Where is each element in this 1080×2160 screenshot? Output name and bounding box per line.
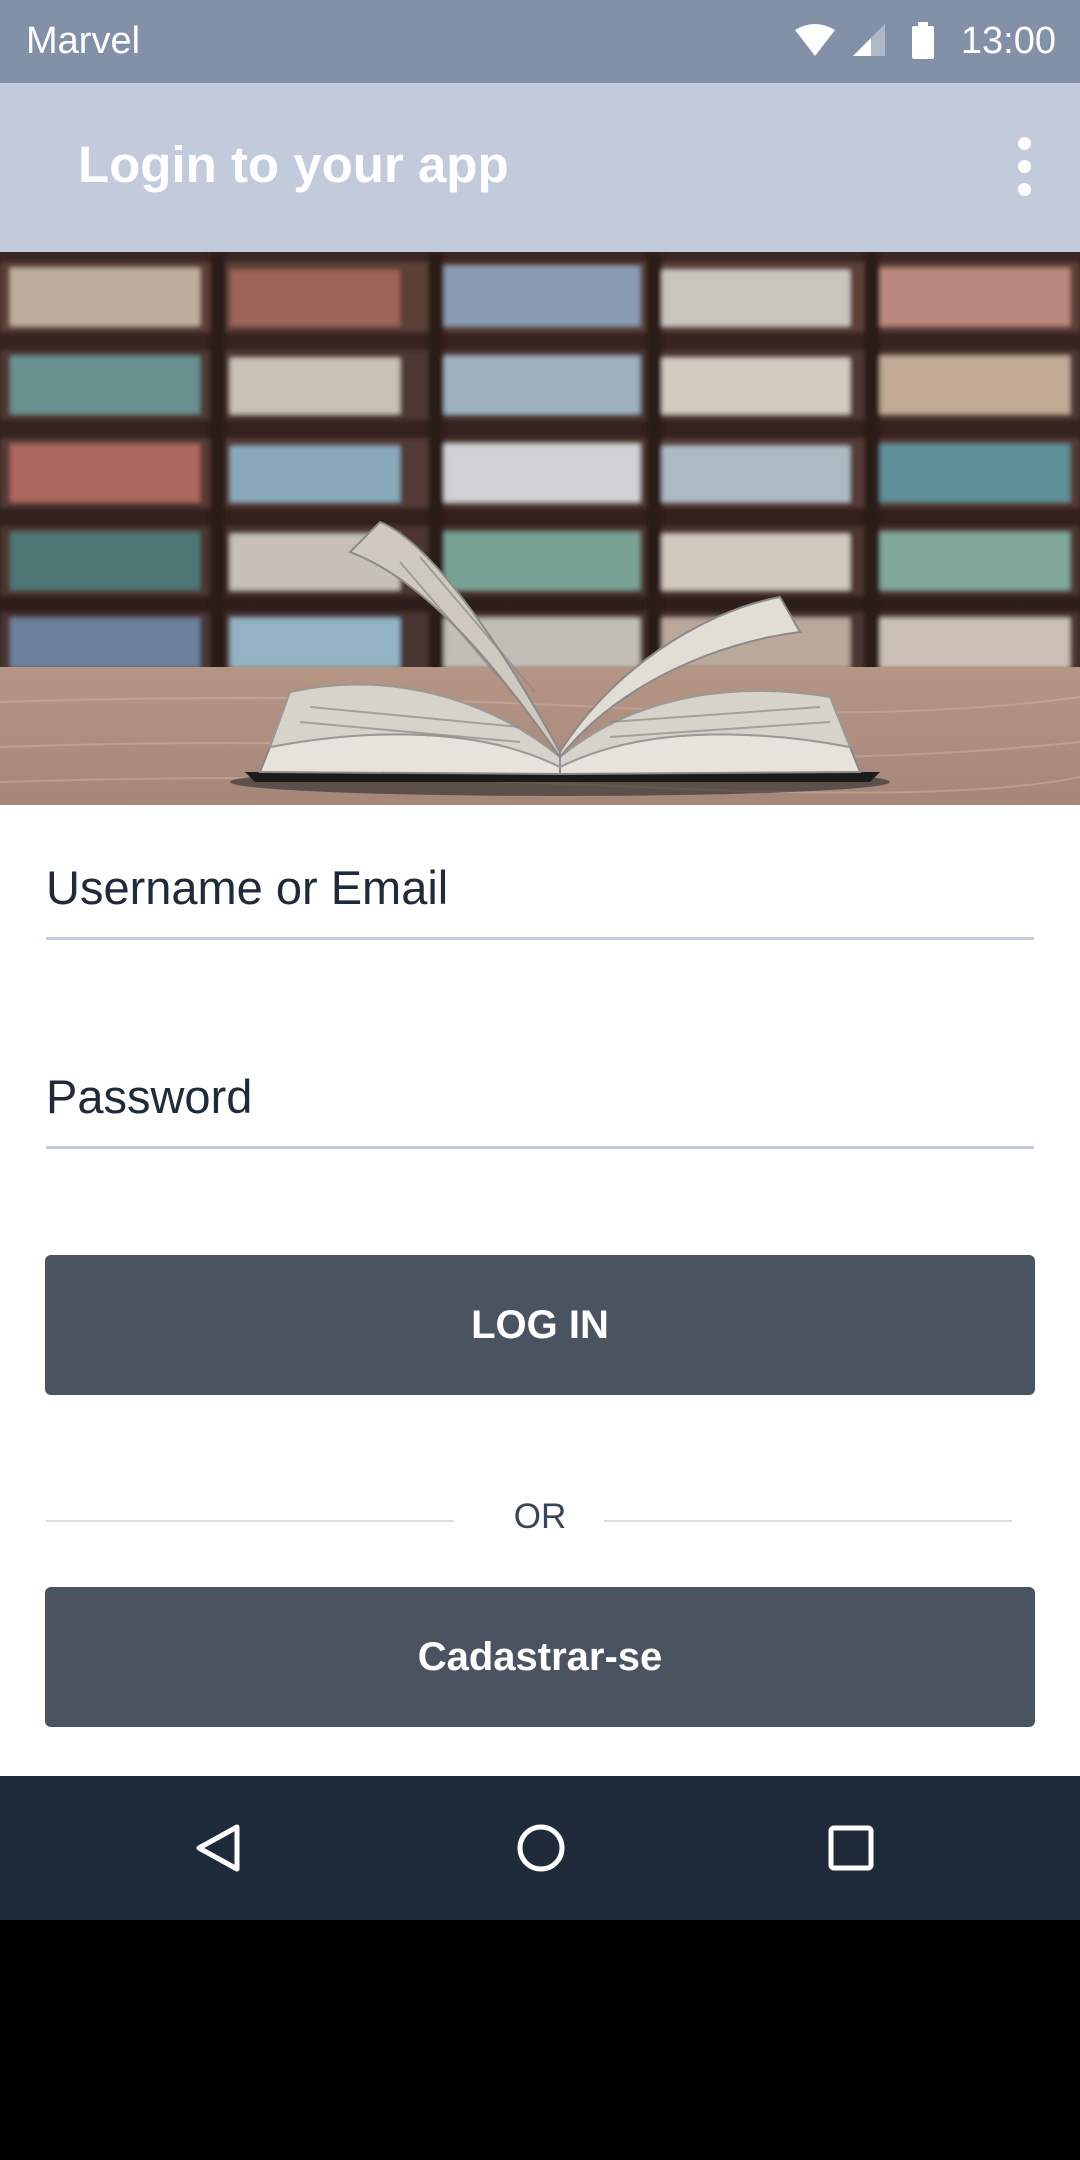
back-icon[interactable] bbox=[178, 1808, 258, 1888]
signup-button-label: Cadastrar-se bbox=[417, 1634, 663, 1679]
page-title: Login to your app bbox=[78, 136, 509, 193]
recents-icon[interactable] bbox=[811, 1808, 891, 1888]
or-divider: OR bbox=[46, 1497, 1012, 1541]
wifi-icon bbox=[794, 24, 835, 58]
signup-button[interactable]: Cadastrar-se bbox=[45, 1587, 1035, 1727]
login-screen: Marvel 13:00 Login to your app Username … bbox=[0, 0, 1080, 2160]
navigation-bar bbox=[0, 1776, 1080, 1920]
username-field-container bbox=[46, 860, 1034, 940]
login-form: LOG IN OR Cadastrar-se bbox=[0, 805, 1080, 1776]
login-button-label: LOG IN bbox=[471, 1302, 609, 1347]
home-icon[interactable] bbox=[501, 1808, 581, 1888]
status-icons: 13:00 bbox=[794, 18, 1056, 64]
status-bar: Marvel 13:00 bbox=[0, 0, 1080, 83]
battery-icon bbox=[911, 22, 935, 60]
signal-icon bbox=[852, 24, 887, 58]
password-input[interactable] bbox=[46, 1069, 1034, 1124]
carrier-name: Marvel bbox=[26, 20, 141, 62]
divider-line-right bbox=[604, 1520, 1012, 1522]
clock: 13:00 bbox=[960, 19, 1056, 62]
more-vert-icon[interactable] bbox=[1012, 137, 1036, 197]
or-text: OR bbox=[513, 1497, 567, 1536]
app-bar: Login to your app bbox=[0, 83, 1080, 252]
password-field-container bbox=[46, 1069, 1034, 1149]
book-illustration bbox=[0, 252, 1080, 805]
username-input[interactable] bbox=[46, 860, 1034, 915]
hero-image bbox=[0, 252, 1080, 805]
login-button[interactable]: LOG IN bbox=[45, 1255, 1035, 1395]
